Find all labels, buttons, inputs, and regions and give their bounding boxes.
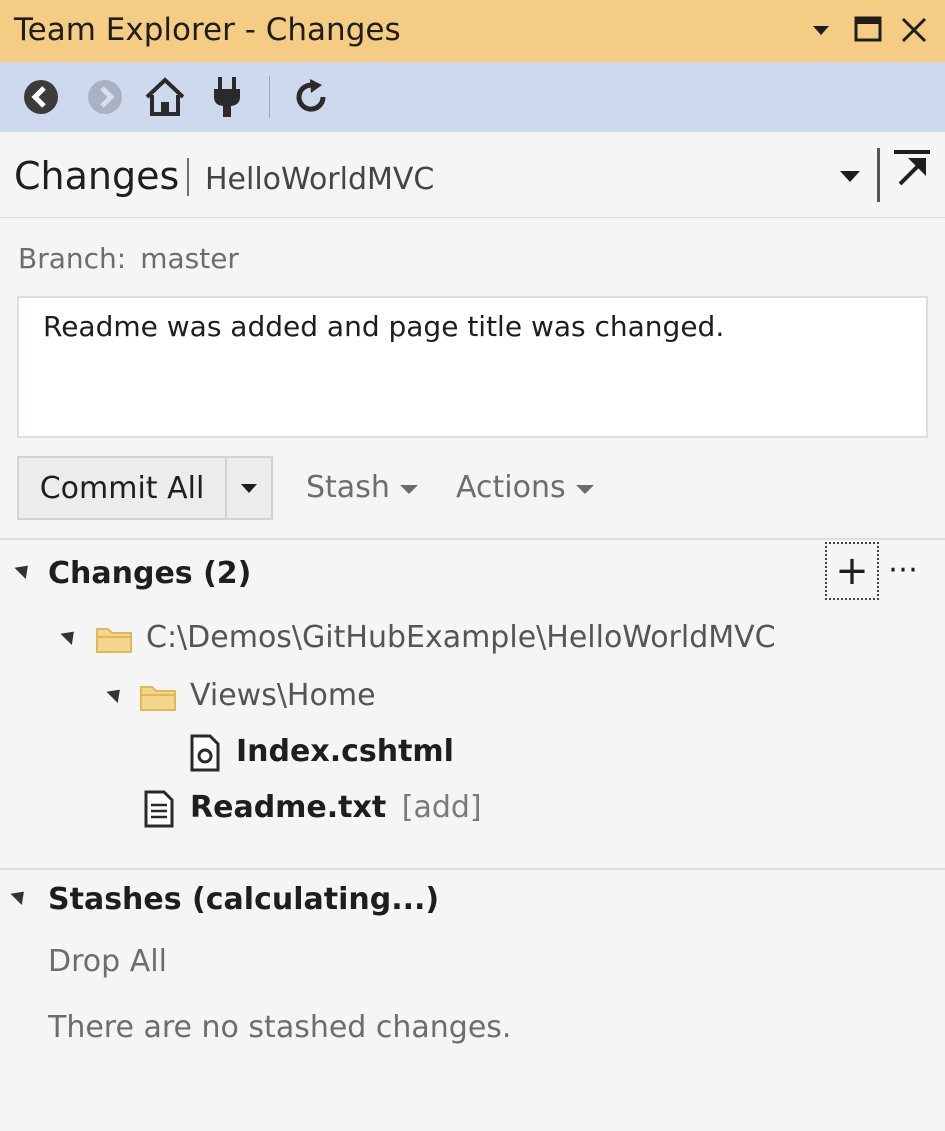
no-stashes-text: There are no stashed changes. [48, 1010, 512, 1045]
forward-icon[interactable] [82, 74, 128, 120]
commit-all-button[interactable]: Commit All [17, 456, 227, 520]
stash-caret-icon [399, 485, 418, 494]
close-icon[interactable] [898, 14, 930, 57]
commit-message-input[interactable] [19, 298, 926, 436]
stash-label: Stash [306, 470, 390, 505]
changes-heading[interactable]: Changes (2) [48, 556, 251, 591]
branch-info: Branch: master [18, 242, 239, 275]
stashes-heading[interactable]: Stashes (calculating...) [48, 882, 439, 917]
toolbar-separator [269, 76, 270, 118]
back-icon[interactable] [18, 74, 64, 120]
window-title: Team Explorer - Changes [14, 12, 401, 48]
stash-menu[interactable]: Stash [306, 470, 418, 505]
repo-name[interactable]: HelloWorldMVC [205, 162, 434, 197]
section-divider [0, 538, 945, 540]
section-divider [0, 868, 945, 870]
text-file-icon [142, 790, 176, 828]
page-header: Changes HelloWorldMVC [0, 132, 945, 218]
connect-icon[interactable] [204, 74, 250, 120]
collapse-triangle-icon[interactable] [10, 885, 30, 906]
header-divider [877, 148, 880, 202]
folder-icon [138, 680, 178, 714]
undock-icon[interactable] [888, 146, 934, 192]
expand-triangle-icon[interactable] [60, 625, 80, 646]
refresh-icon[interactable] [288, 74, 334, 120]
expand-triangle-icon[interactable] [106, 683, 126, 704]
subfolder-label[interactable]: Views\Home [190, 678, 376, 713]
file-readme-label: Readme.txt [190, 790, 387, 825]
home-icon[interactable] [142, 74, 188, 120]
branch-label: Branch: [18, 242, 127, 275]
actions-menu[interactable]: Actions [456, 470, 594, 505]
folder-icon [94, 622, 134, 656]
maximize-icon[interactable] [852, 14, 884, 57]
drop-all-link[interactable]: Drop All [48, 944, 167, 979]
page-title: Changes [14, 154, 180, 198]
title-bar: Team Explorer - Changes [0, 0, 945, 62]
commit-message-box[interactable] [17, 296, 928, 438]
title-separator [187, 158, 189, 196]
file-status-badge: [add] [401, 790, 482, 825]
actions-caret-icon [575, 485, 594, 494]
modified-file-icon [188, 734, 222, 772]
more-icon[interactable]: ⋯ [888, 552, 918, 587]
file-index-label[interactable]: Index.cshtml [236, 734, 454, 769]
file-readme-row[interactable]: Readme.txt [add] [190, 790, 482, 825]
commit-dropdown-icon[interactable] [225, 456, 273, 520]
actions-label: Actions [456, 470, 566, 505]
root-folder-label[interactable]: C:\Demos\GitHubExample\HelloWorldMVC [146, 620, 776, 655]
toolbar [0, 62, 945, 132]
branch-name: master [140, 242, 239, 275]
collapse-triangle-icon[interactable] [14, 559, 34, 580]
page-dropdown-icon[interactable] [836, 162, 864, 190]
chevron-down-icon[interactable] [808, 14, 834, 54]
stage-all-button[interactable]: + [825, 542, 879, 600]
